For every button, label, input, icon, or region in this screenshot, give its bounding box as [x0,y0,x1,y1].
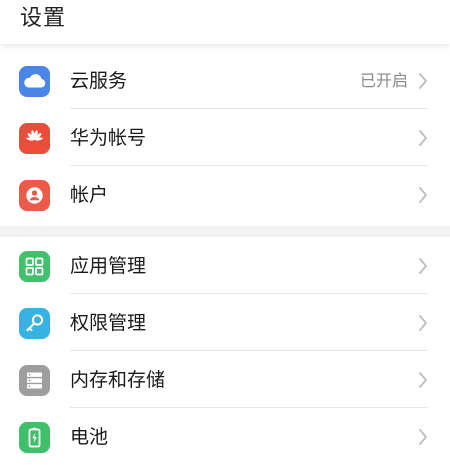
settings-item-label: 云服务 [70,70,128,92]
settings-item-label: 华为帐号 [70,127,147,149]
status-value: 已开启 [359,71,408,90]
chevron-right-icon [418,257,428,275]
key-icon [19,308,50,339]
settings-item-battery[interactable]: 电池 [0,408,450,465]
battery-icon [19,422,50,453]
page-title: 设置 [20,6,67,31]
section-divider [0,226,450,237]
cloud-icon [19,66,50,97]
chevron-right-icon [418,72,428,90]
settings-item-label: 权限管理 [70,312,147,334]
settings-item-label: 应用管理 [70,255,147,277]
settings-group-account: 云服务 已开启 华为帐号 帐户 [0,52,450,223]
chevron-right-icon [418,129,428,147]
settings-item-label: 电池 [70,426,109,448]
settings-item-memory-storage[interactable]: 内存和存储 [0,351,450,408]
chevron-right-icon [418,186,428,204]
settings-item-accounts[interactable]: 帐户 [0,166,450,223]
storage-icon [19,365,50,396]
app-header: 设置 [0,0,450,44]
chevron-right-icon [418,428,428,446]
settings-item-label: 帐户 [70,184,109,206]
chevron-right-icon [418,314,428,332]
settings-item-app-management[interactable]: 应用管理 [0,237,450,294]
huawei-logo-icon [19,123,50,154]
user-account-icon [19,180,50,211]
settings-item-label: 内存和存储 [70,369,166,391]
settings-item-cloud-service[interactable]: 云服务 已开启 [0,52,450,109]
settings-group-device: 应用管理 权限管理 内存和存储 电池 [0,237,450,465]
settings-item-huawei-id[interactable]: 华为帐号 [0,109,450,166]
settings-item-permission-management[interactable]: 权限管理 [0,294,450,351]
chevron-right-icon [418,371,428,389]
app-grid-icon [19,251,50,282]
